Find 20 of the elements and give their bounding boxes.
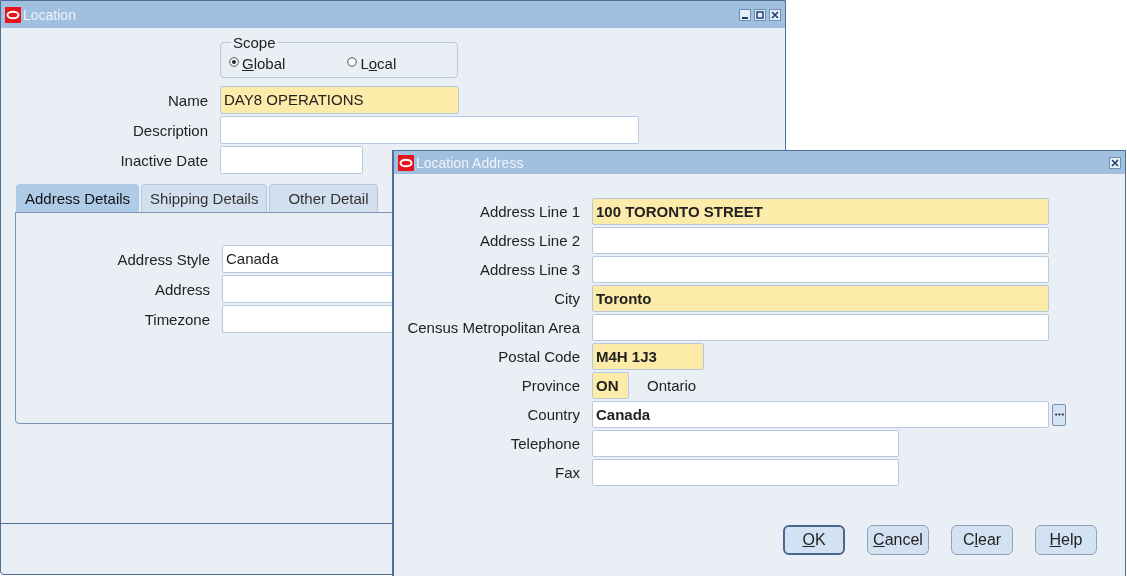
field-label: Census Metropolitan Area	[406, 319, 580, 336]
field-label: Address Line 2	[478, 232, 580, 249]
field-label: Fax	[554, 464, 580, 481]
group-title: Scope	[232, 34, 277, 51]
province-name: Ontario	[647, 377, 697, 394]
field-label: Province	[520, 377, 580, 394]
dialog-title: Location Address	[416, 154, 525, 171]
field-label: Address	[153, 280, 210, 298]
field-label: Address Line 3	[478, 261, 580, 278]
field-label: Address Line 1	[478, 203, 580, 220]
field-label: Description	[131, 121, 208, 139]
field-label: Timezone	[143, 310, 210, 328]
field-label: City	[553, 290, 580, 307]
field-label: Telephone	[509, 435, 580, 452]
field-label: Postal Code	[497, 348, 580, 365]
field-label: Name	[167, 91, 208, 109]
field-label: Inactive Date	[119, 151, 208, 169]
window-title: Location	[23, 6, 77, 23]
field-label: Country	[526, 406, 580, 423]
field-label: Address Style	[116, 250, 210, 268]
